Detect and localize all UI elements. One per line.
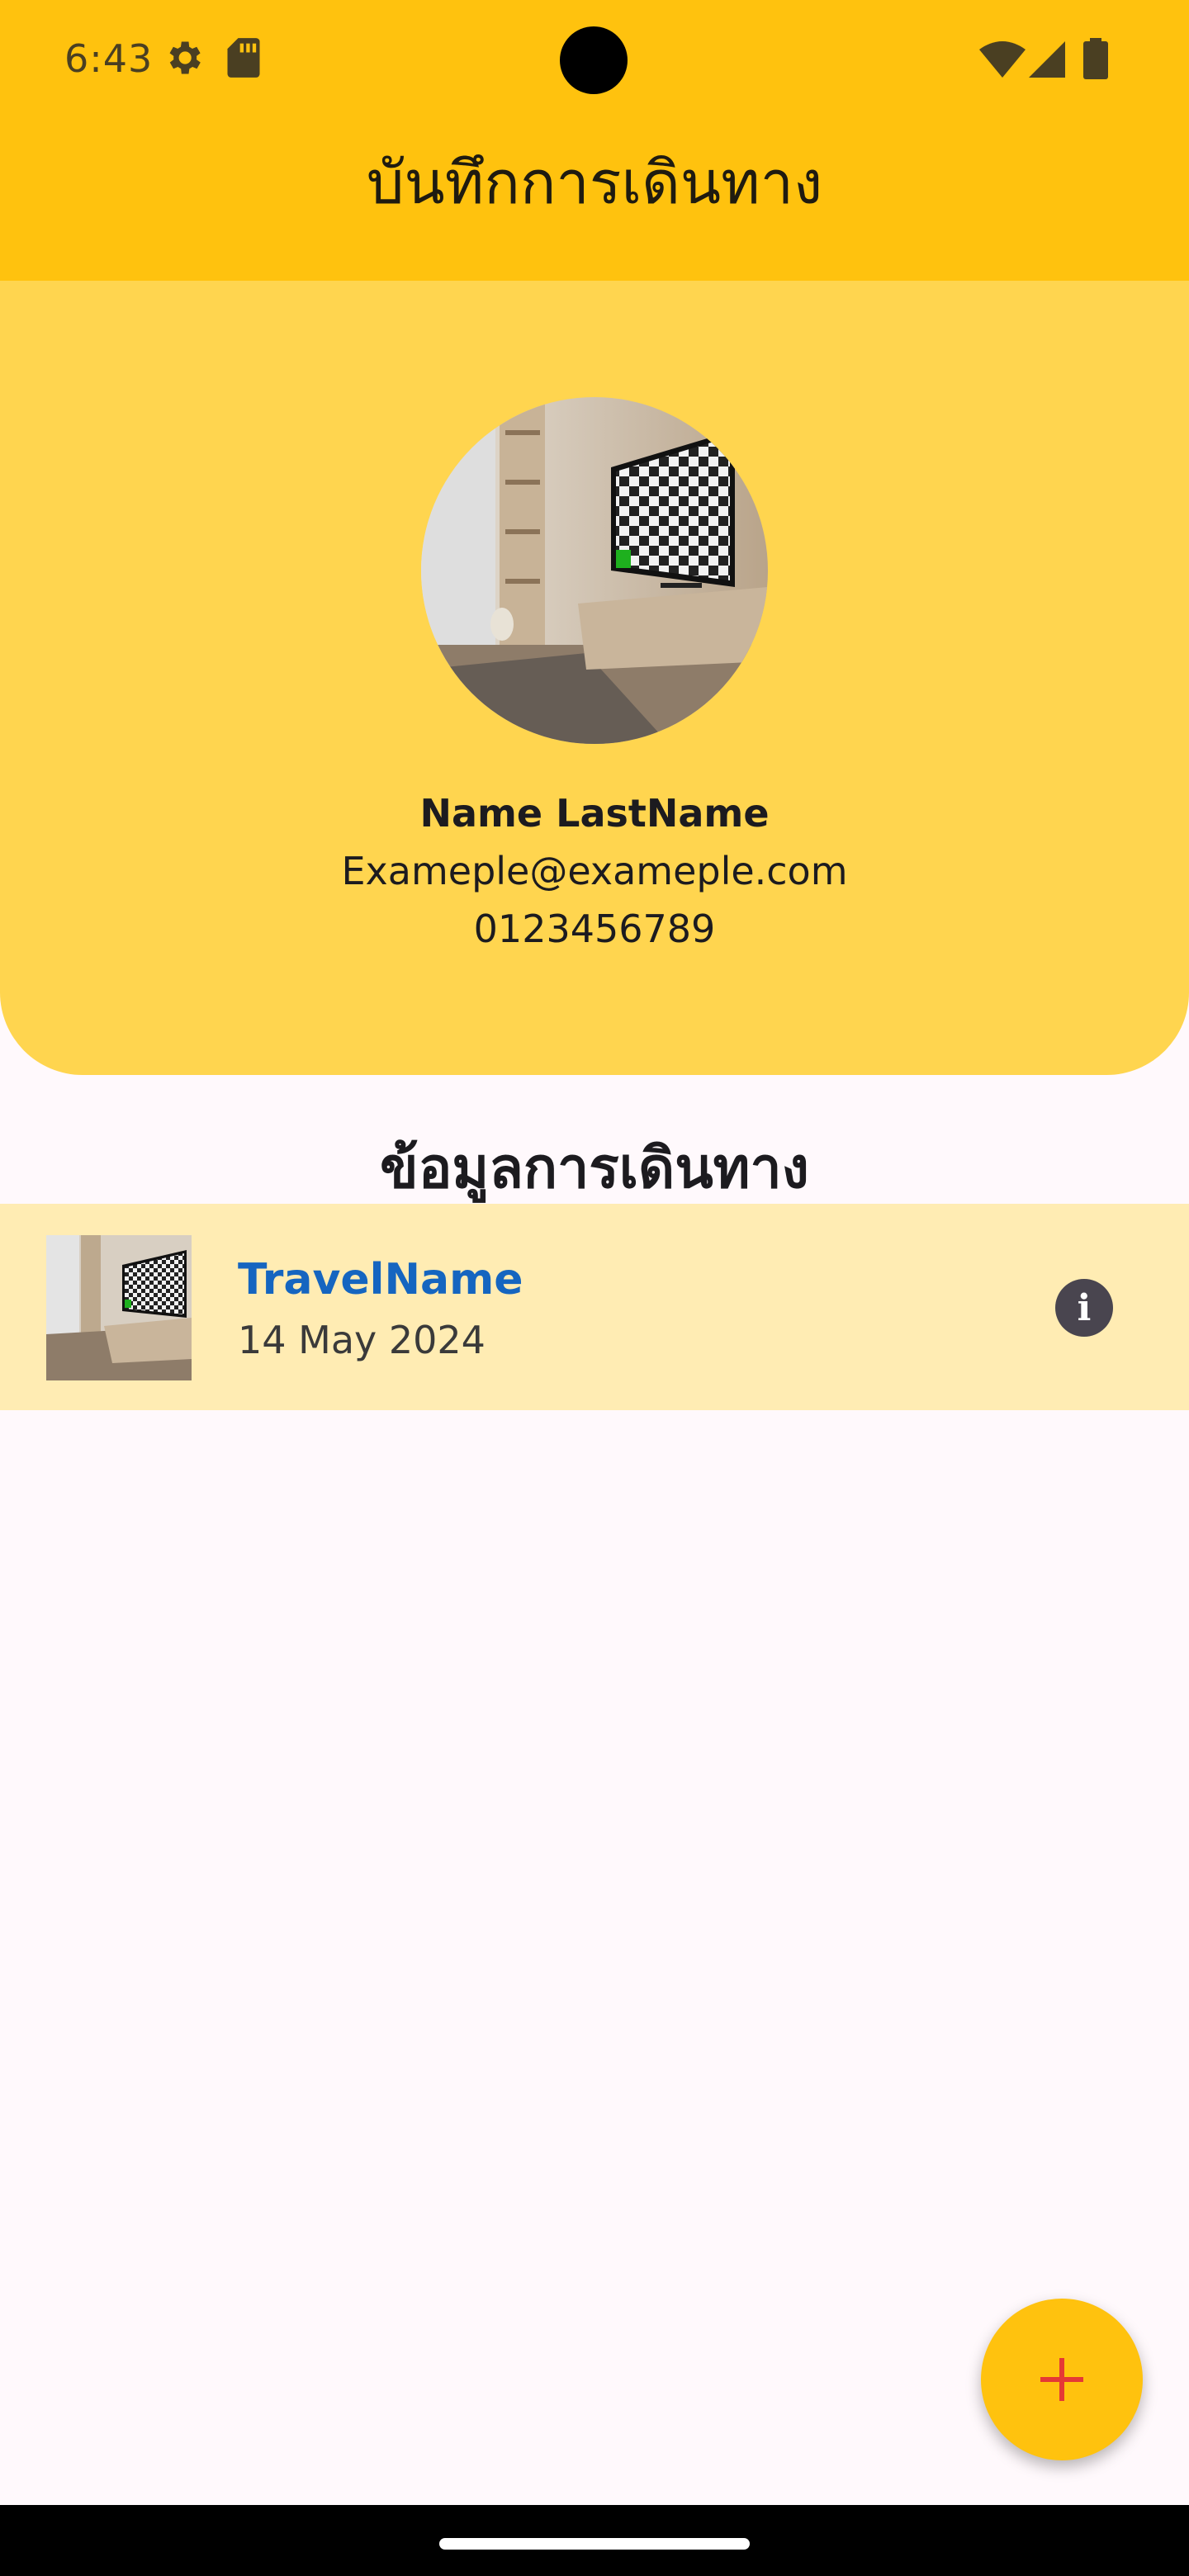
home-gesture-handle[interactable] xyxy=(439,2538,750,2550)
avatar[interactable] xyxy=(421,397,768,744)
plus-icon xyxy=(1040,2358,1083,2401)
travel-date: 14 May 2024 xyxy=(238,1318,486,1362)
settings-icon xyxy=(169,41,201,74)
profile-phone: 0123456789 xyxy=(473,907,716,951)
profile-header: Name LastName Exameple@exameple.com 0123… xyxy=(0,281,1189,1075)
section-title: ข้อมูลการเดินทาง xyxy=(380,1136,809,1201)
profile-email: Exameple@exameple.com xyxy=(341,849,848,893)
travel-thumbnail xyxy=(46,1235,192,1380)
cellular-signal-icon xyxy=(1029,41,1065,78)
info-button[interactable]: i xyxy=(1055,1279,1113,1337)
page-title: บันทึกการเดินทาง xyxy=(366,147,823,217)
travel-photo xyxy=(46,1235,192,1380)
battery-icon xyxy=(1083,38,1108,79)
status-time: 6:43 xyxy=(64,36,154,81)
add-travel-button[interactable] xyxy=(981,2299,1143,2460)
status-bar: 6:43 xyxy=(0,0,1189,119)
wifi-icon xyxy=(979,41,1026,78)
profile-name: Name LastName xyxy=(419,791,770,836)
navigation-bar xyxy=(0,2505,1189,2576)
info-icon: i xyxy=(1077,1286,1092,1329)
profile-photo xyxy=(421,397,768,744)
app-bar: บันทึกการเดินทาง xyxy=(0,119,1189,281)
travel-name: TravelName xyxy=(238,1255,523,1305)
sd-card-icon xyxy=(227,38,260,78)
list-item[interactable]: TravelName 14 May 2024 i xyxy=(0,1204,1189,1410)
camera-cutout xyxy=(560,26,628,94)
